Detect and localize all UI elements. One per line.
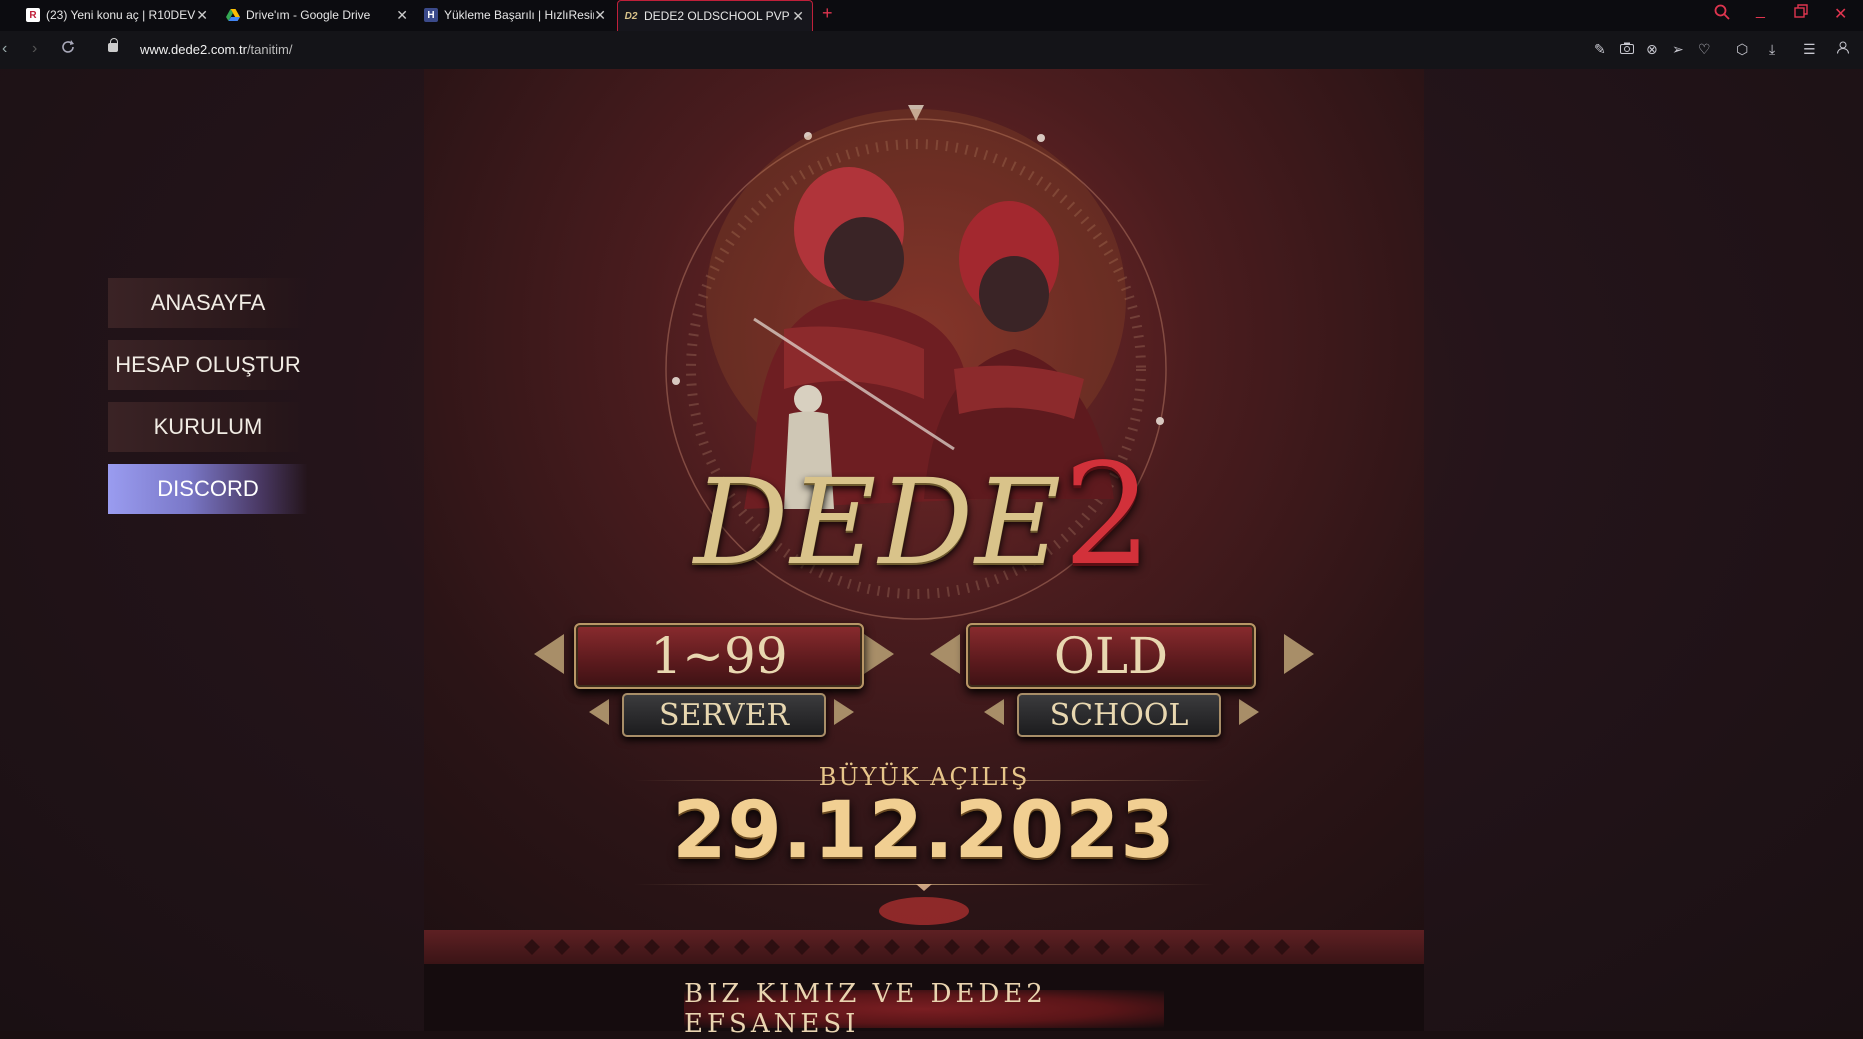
- edit-icon[interactable]: ✎: [1594, 41, 1606, 58]
- dede2-favicon-icon: D2: [624, 10, 638, 22]
- menu-item-kurulum[interactable]: KURULUM: [108, 402, 308, 452]
- tab-bar: R (23) Yeni konu aç | R10DEV ✕ Drive'ım …: [0, 0, 1863, 32]
- hizliresim-favicon-icon: H: [424, 8, 438, 22]
- forward-icon[interactable]: ›: [32, 40, 37, 58]
- block-icon[interactable]: ⊗: [1646, 41, 1658, 58]
- menu-item-hesap-olustur[interactable]: HESAP OLUŞTUR: [108, 340, 308, 390]
- close-icon[interactable]: ✕: [594, 7, 606, 24]
- close-icon[interactable]: ✕: [792, 8, 804, 25]
- url-path: /tanitim/: [246, 42, 293, 57]
- tab-google-drive[interactable]: Drive'ım - Google Drive ✕: [226, 0, 416, 30]
- promo-banner: DEDE2 1~99 SERVER OLD SCHOOL BÜYÜK AÇILI…: [424, 69, 1424, 964]
- lock-icon[interactable]: [108, 38, 118, 52]
- menu-item-discord[interactable]: DISCORD: [108, 464, 308, 514]
- about-section: BIZ KIMIZ VE DEDE2 EFSANESI: [424, 964, 1424, 1039]
- url-field[interactable]: www.dede2.com.tr/tanitim/: [140, 42, 292, 57]
- restore-icon[interactable]: [1794, 4, 1808, 23]
- send-icon[interactable]: ➢: [1672, 41, 1684, 58]
- menu-item-anasayfa[interactable]: ANASAYFA: [108, 278, 308, 328]
- plate-level-range: 1~99: [574, 623, 864, 689]
- minimize-icon[interactable]: _: [1756, 2, 1765, 20]
- box-icon[interactable]: ⬡: [1736, 41, 1748, 58]
- logo-number: 2: [1063, 434, 1155, 597]
- close-window-icon[interactable]: ✕: [1834, 4, 1847, 24]
- tab-dede2[interactable]: D2 DEDE2 OLDSCHOOL PVP S ✕: [617, 0, 813, 31]
- about-section-title: BIZ KIMIZ VE DEDE2 EFSANESI: [684, 979, 1164, 1039]
- tab-title: DEDE2 OLDSCHOOL PVP S: [644, 9, 789, 23]
- plate-school: SCHOOL: [1017, 693, 1221, 737]
- camera-icon[interactable]: [1620, 41, 1634, 57]
- menu-icon[interactable]: ☰: [1803, 41, 1816, 58]
- google-drive-icon: [226, 8, 240, 22]
- heart-icon[interactable]: ♡: [1698, 41, 1711, 58]
- tab-title: Yükleme Başarılı | HızlıResim: [444, 8, 594, 22]
- close-icon[interactable]: ✕: [196, 7, 208, 24]
- side-menu: ANASAYFA HESAP OLUŞTUR KURULUM DISCORD: [108, 278, 308, 526]
- download-icon[interactable]: ⤓: [1769, 41, 1775, 58]
- search-icon[interactable]: [1714, 4, 1730, 25]
- diamond-ornament-band: [424, 930, 1424, 964]
- url-host: www.dede2.com.tr: [140, 42, 247, 57]
- tab-hizliresim[interactable]: H Yükleme Başarılı | HızlıResim ✕: [424, 0, 614, 30]
- plate-server: SERVER: [622, 693, 826, 737]
- grand-opening-date: 29.12.2023: [672, 786, 1176, 876]
- page-content: ANASAYFA HESAP OLUŞTUR KURULUM DISCORD D…: [0, 69, 1863, 1039]
- back-icon[interactable]: ‹: [2, 40, 7, 58]
- address-bar: ‹ › www.dede2.com.tr/tanitim/ ✎ ⊗ ➢ ♡ ⬡ …: [0, 31, 1863, 69]
- dede2-logo: DEDE2: [424, 434, 1424, 597]
- reload-icon[interactable]: [61, 40, 75, 59]
- tab-title: Drive'ım - Google Drive: [246, 8, 371, 22]
- logo-text: DEDE: [693, 453, 1064, 591]
- profile-icon[interactable]: [1837, 41, 1849, 57]
- new-tab-button[interactable]: +: [822, 3, 833, 24]
- r10-favicon-icon: R: [26, 8, 40, 22]
- tab-title: (23) Yeni konu aç | R10DEV: [46, 8, 196, 22]
- close-icon[interactable]: ✕: [396, 7, 408, 24]
- divider-bottom: [634, 884, 1214, 885]
- tab-r10dev[interactable]: R (23) Yeni konu aç | R10DEV ✕: [26, 0, 216, 30]
- plate-old: OLD: [966, 623, 1256, 689]
